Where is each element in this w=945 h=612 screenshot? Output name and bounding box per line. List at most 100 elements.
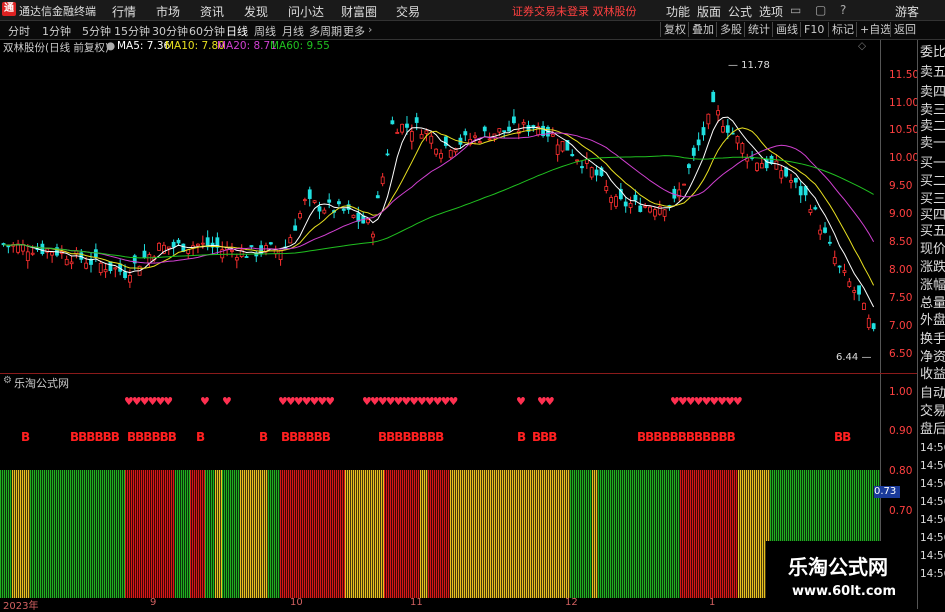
menu-wealth[interactable]: 财富圈 (341, 3, 377, 20)
candle-body (580, 166, 584, 169)
signal-bar (324, 470, 326, 598)
signal-bar (730, 470, 732, 598)
tab-more[interactable]: 更多 (343, 23, 365, 39)
y-tick: 10.00 (889, 152, 920, 164)
signal-bar (490, 470, 492, 598)
menu-discover[interactable]: 发现 (244, 3, 268, 20)
signal-bar (514, 470, 516, 598)
tab-multi-period[interactable]: 多周期 (309, 23, 342, 39)
btn-overlay[interactable]: 叠加 (688, 22, 717, 37)
price-axis: 11.50 11.00 10.50 10.00 9.50 9.00 8.50 8… (880, 40, 920, 609)
signal-bar (480, 470, 482, 598)
signal-bar (574, 470, 576, 598)
candlestick-chart[interactable]: — 11.78 6.44 — (0, 55, 880, 373)
signal-bar (52, 470, 54, 598)
tab-60min[interactable]: 60分钟 (189, 23, 225, 39)
help-icon[interactable]: ? (840, 3, 846, 17)
signal-bar (262, 470, 264, 598)
signal-bar (646, 470, 648, 598)
btn-adjust[interactable]: 复权 (660, 22, 689, 37)
signal-bar (520, 470, 522, 598)
btn-f10[interactable]: F10 (800, 22, 827, 37)
menu-function[interactable]: 功能 (666, 3, 690, 20)
user-guest[interactable]: 游客 (895, 3, 919, 20)
signal-bar (640, 470, 642, 598)
candle-body (171, 241, 176, 248)
menu-options[interactable]: 选项 (759, 3, 783, 20)
candle-body (482, 126, 487, 132)
signal-bar (716, 470, 718, 598)
login-notice[interactable]: 证券交易未登录 双林股份 (512, 3, 637, 19)
tab-15min[interactable]: 15分钟 (114, 23, 150, 39)
candle-body (64, 258, 69, 266)
candle-body (512, 116, 516, 124)
signal-bar (650, 470, 652, 598)
signal-bar (316, 470, 318, 598)
ma10-label: MA10: 7.80 (165, 40, 225, 52)
menu-news[interactable]: 资讯 (200, 3, 224, 20)
menu-trade[interactable]: 交易 (396, 3, 420, 20)
signal-bar (0, 470, 2, 598)
btn-draw[interactable]: 画线 (772, 22, 801, 37)
signal-bar (554, 470, 556, 598)
candle-body (623, 201, 628, 207)
btn-add-watchlist[interactable]: +自选 (856, 22, 894, 37)
tab-5min[interactable]: 5分钟 (82, 23, 111, 39)
signal-bar (250, 470, 252, 598)
btn-mark[interactable]: 标记 (828, 22, 857, 37)
menu-layout[interactable]: 版面 (697, 3, 721, 20)
candle-body (307, 189, 312, 199)
minimize-icon[interactable]: ▭ (790, 3, 801, 17)
candle-body (735, 135, 740, 144)
candle-body (448, 149, 453, 158)
signal-bar (357, 470, 359, 598)
signal-bar (666, 470, 668, 598)
signal-bar (470, 470, 472, 598)
btn-back[interactable]: 返回 (890, 22, 919, 37)
signal-bar (268, 470, 270, 598)
signal-bar (181, 470, 183, 598)
tab-daily[interactable]: 日线 (226, 23, 248, 39)
signal-bar (450, 470, 452, 598)
menu-ask[interactable]: 问小达 (288, 3, 324, 20)
signal-bar (116, 470, 118, 598)
rp-label: 卖四 (920, 85, 945, 100)
menu-market[interactable]: 市场 (156, 3, 180, 20)
signal-bar (460, 470, 462, 598)
buy-signal: BBBBBB (127, 430, 177, 444)
tab-monthly[interactable]: 月线 (282, 23, 304, 39)
menu-bar: 通 通达信金融终端 行情 市场 资讯 发现 问小达 财富圈 交易 证券交易未登录… (0, 0, 945, 21)
signal-bar (400, 470, 402, 598)
candle-body (341, 208, 346, 211)
tab-weekly[interactable]: 周线 (254, 23, 276, 39)
btn-multi-stock[interactable]: 多股 (716, 22, 745, 37)
tab-1min[interactable]: 1分钟 (42, 23, 71, 39)
candle-body (643, 205, 648, 208)
signal-bar (345, 470, 347, 598)
signal-bar (668, 470, 670, 598)
indicator-dot-icon[interactable]: ● (106, 40, 115, 52)
y-tick: 8.00 (889, 264, 913, 276)
signal-bar (428, 470, 430, 598)
btn-stats[interactable]: 统计 (744, 22, 773, 37)
menu-quotes[interactable]: 行情 (112, 3, 136, 20)
signal-bar (379, 470, 381, 598)
signal-bar (272, 470, 274, 598)
menu-formula[interactable]: 公式 (728, 3, 752, 20)
buy-signal: BBBBBB (281, 430, 331, 444)
signal-bar (642, 470, 644, 598)
tab-timeshare[interactable]: 分时 (8, 23, 30, 39)
restore-icon[interactable]: ▢ (815, 3, 826, 17)
signal-bar (472, 470, 474, 598)
indicator-settings-icon[interactable]: ⚙ (3, 375, 12, 386)
tab-30min[interactable]: 30分钟 (152, 23, 188, 39)
gem-marker: ♥ (516, 395, 526, 408)
candle-body (871, 323, 876, 330)
signal-bar (198, 470, 200, 598)
signal-bar (550, 470, 552, 598)
candle-body (609, 197, 614, 203)
signal-bar (494, 470, 496, 598)
candle-body (385, 153, 390, 156)
signal-bar (638, 470, 640, 598)
signal-bar (205, 470, 207, 598)
